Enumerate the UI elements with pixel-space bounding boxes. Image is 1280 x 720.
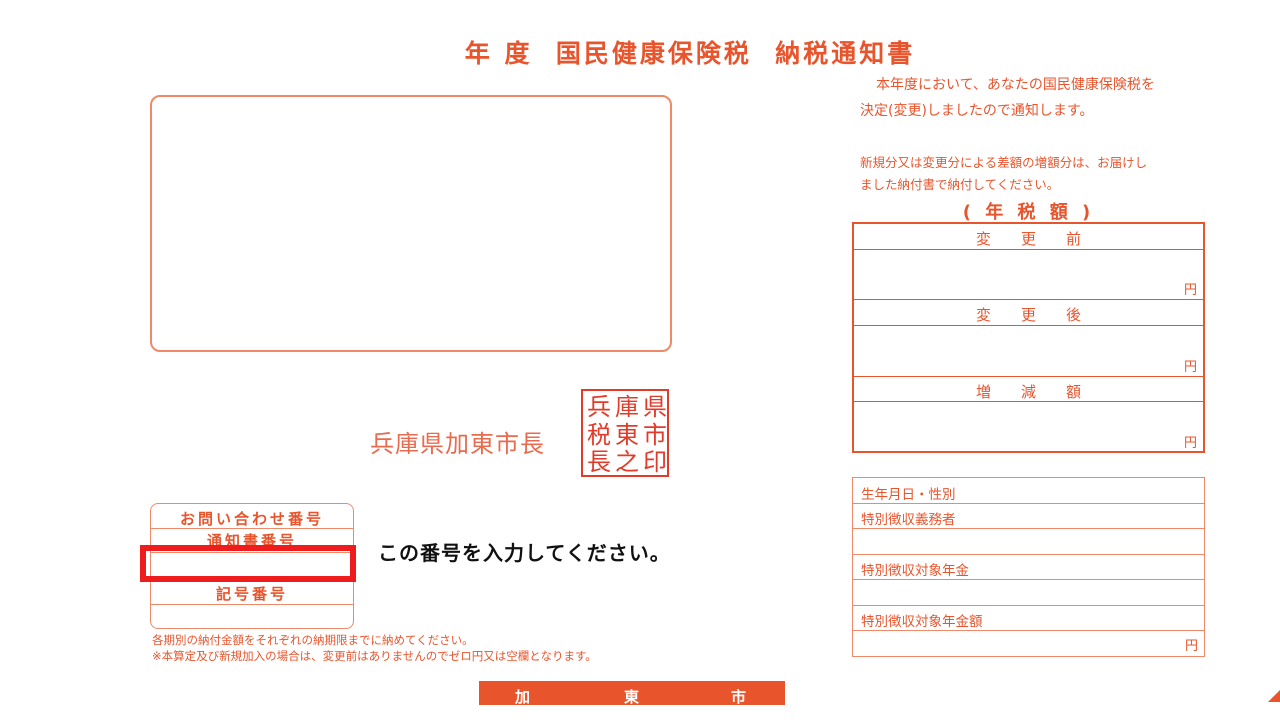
increase-text-line1: 新規分又は変更分による差額の増額分は、お届けし <box>860 155 1148 170</box>
official-seal: 県 庫 兵 市 東 税 印 之 長 <box>581 389 669 477</box>
divider <box>853 554 1204 555</box>
withholding-pension-label: 特別徴収対象年金 <box>861 563 969 579</box>
inquiry-header: お問い合わせ番号 <box>179 510 324 528</box>
seal-char: 庫 <box>615 393 639 421</box>
after-change-label: 変 更 後 <box>975 306 1081 324</box>
yen-unit: 円 <box>1184 639 1198 654</box>
payment-note-line1: 各期別の納付金額をそれぞれの納期限までに納めてください。 <box>152 633 474 647</box>
address-window <box>150 95 672 352</box>
annual-tax-heading: ( 年 税 額 ) <box>962 202 1095 223</box>
code-number-label: 記号番号 <box>215 585 288 603</box>
document-title: 年 度 国民健康保険税 納税通知書 <box>464 39 916 68</box>
divider <box>853 579 1204 580</box>
seal-char: 県 <box>643 393 667 421</box>
withholding-pension-amount-label: 特別徴収対象年金額 <box>861 614 983 630</box>
seal-char: 長 <box>587 448 611 476</box>
notice-text-line2: 決定(変更)しましたので通知します。 <box>860 103 1094 119</box>
seal-char: 市 <box>643 421 667 449</box>
instruction-text: この番号を入力してください。 <box>378 541 671 565</box>
divider <box>151 604 353 605</box>
divider <box>853 605 1204 606</box>
banner-char: 加 <box>515 688 531 705</box>
divider <box>151 528 353 529</box>
seal-char: 兵 <box>587 393 611 421</box>
seal-char: 東 <box>615 421 639 449</box>
mayor-name: 兵庫県加東市長 <box>370 430 545 458</box>
yen-unit: 円 <box>1183 436 1197 451</box>
city-banner: 加 東 市 <box>479 681 785 705</box>
corner-mark <box>1268 690 1280 702</box>
divider <box>854 249 1203 250</box>
before-change-label: 変 更 前 <box>975 230 1081 248</box>
notice-number-input-highlight[interactable] <box>140 545 356 582</box>
seal-char: 之 <box>615 448 639 476</box>
yen-unit: 円 <box>1183 283 1197 298</box>
difference-label: 増 減 額 <box>975 383 1081 401</box>
increase-text-line2: ました納付書で納付してください。 <box>860 177 1060 192</box>
withholding-obligor-label: 特別徴収義務者 <box>861 512 956 528</box>
divider <box>854 401 1203 402</box>
payment-note-line2: ※本算定及び新規加入の場合は、変更前はありませんのでゼロ円又は空欄となります。 <box>152 649 597 663</box>
banner-char: 市 <box>731 688 747 705</box>
notice-text-line1: 本年度において、あなたの国民健康保険税を <box>876 77 1155 93</box>
divider <box>854 325 1203 326</box>
withholding-info-table: 生年月日・性別 特別徴収義務者 特別徴収対象年金 特別徴収対象年金額 円 <box>852 477 1205 657</box>
divider <box>854 376 1203 377</box>
divider <box>854 299 1203 300</box>
annual-tax-table: 変 更 前 円 変 更 後 円 増 減 額 円 <box>852 222 1205 453</box>
divider <box>853 528 1204 529</box>
birth-gender-label: 生年月日・性別 <box>861 487 956 503</box>
divider <box>853 503 1204 504</box>
seal-char: 印 <box>643 448 667 476</box>
seal-char: 税 <box>587 421 611 449</box>
yen-unit: 円 <box>1183 360 1197 375</box>
divider <box>853 630 1204 631</box>
banner-char: 東 <box>624 688 640 705</box>
